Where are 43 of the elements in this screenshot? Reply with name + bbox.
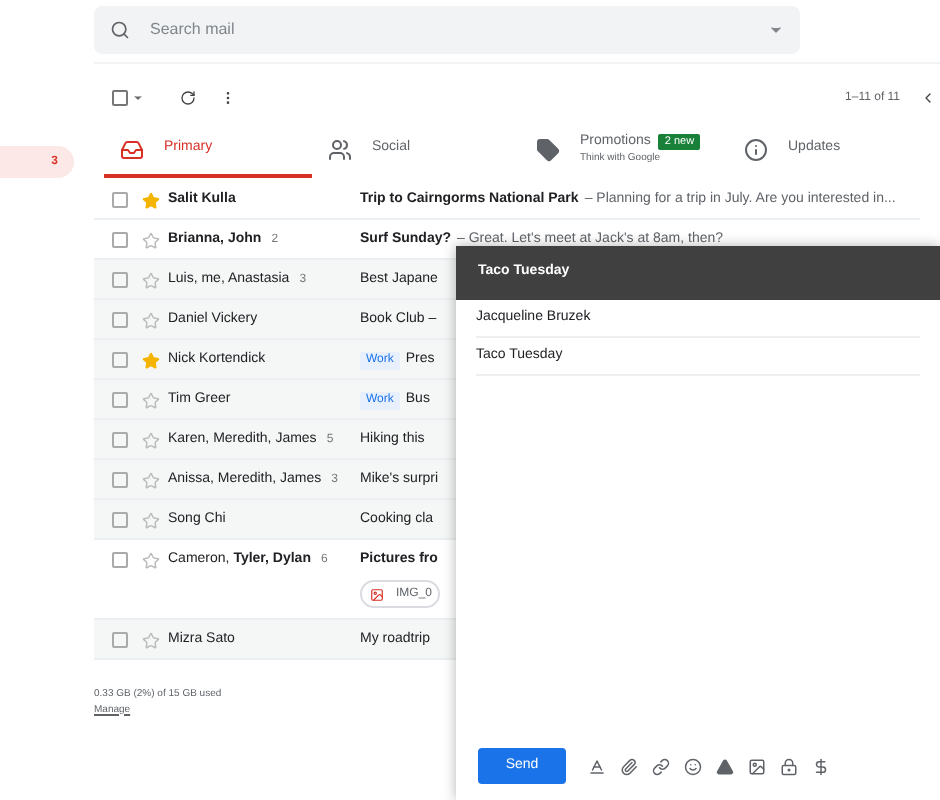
star-icon[interactable] [142, 431, 160, 449]
row-checkbox[interactable] [112, 312, 128, 328]
row-checkbox[interactable] [112, 512, 128, 528]
row-checkbox[interactable] [112, 232, 128, 248]
row-checkbox[interactable] [112, 432, 128, 448]
star-icon[interactable] [142, 391, 160, 409]
refresh-icon[interactable] [180, 90, 196, 106]
row-checkbox[interactable] [112, 392, 128, 408]
caret-icon[interactable] [132, 92, 144, 104]
link-icon[interactable] [652, 757, 670, 775]
inbox-icon [120, 137, 144, 161]
star-icon[interactable] [142, 511, 160, 529]
star-icon[interactable] [142, 191, 160, 209]
row-checkbox[interactable] [112, 272, 128, 288]
star-icon[interactable] [142, 231, 160, 249]
star-icon[interactable] [142, 311, 160, 329]
row-checkbox[interactable] [112, 632, 128, 648]
info-icon [744, 137, 768, 161]
row-checkbox[interactable] [112, 552, 128, 568]
people-icon [328, 137, 352, 161]
smiley-icon[interactable] [684, 757, 702, 775]
triangle-icon[interactable] [716, 757, 734, 775]
photo-icon[interactable] [748, 757, 766, 775]
dropdown-caret-icon[interactable] [768, 22, 784, 38]
lock-icon[interactable] [780, 757, 798, 775]
dollar-icon[interactable] [812, 757, 830, 775]
star-icon[interactable] [142, 271, 160, 289]
row-checkbox[interactable] [112, 352, 128, 368]
star-icon[interactable] [142, 471, 160, 489]
text-format-icon[interactable] [588, 757, 606, 775]
star-icon[interactable] [142, 551, 160, 569]
search-input[interactable]: Search mail [150, 18, 748, 42]
tag-icon [536, 137, 560, 161]
star-icon[interactable] [142, 631, 160, 649]
search-icon [110, 20, 130, 40]
search-field[interactable]: Search mail [94, 6, 800, 54]
star-icon[interactable] [142, 351, 160, 369]
previous-page-icon[interactable] [920, 90, 936, 106]
select-checkbox[interactable] [112, 90, 128, 106]
image-file-icon [370, 587, 384, 601]
paperclip-icon[interactable] [620, 757, 638, 775]
row-checkbox[interactable] [112, 192, 128, 208]
row-checkbox[interactable] [112, 472, 128, 488]
